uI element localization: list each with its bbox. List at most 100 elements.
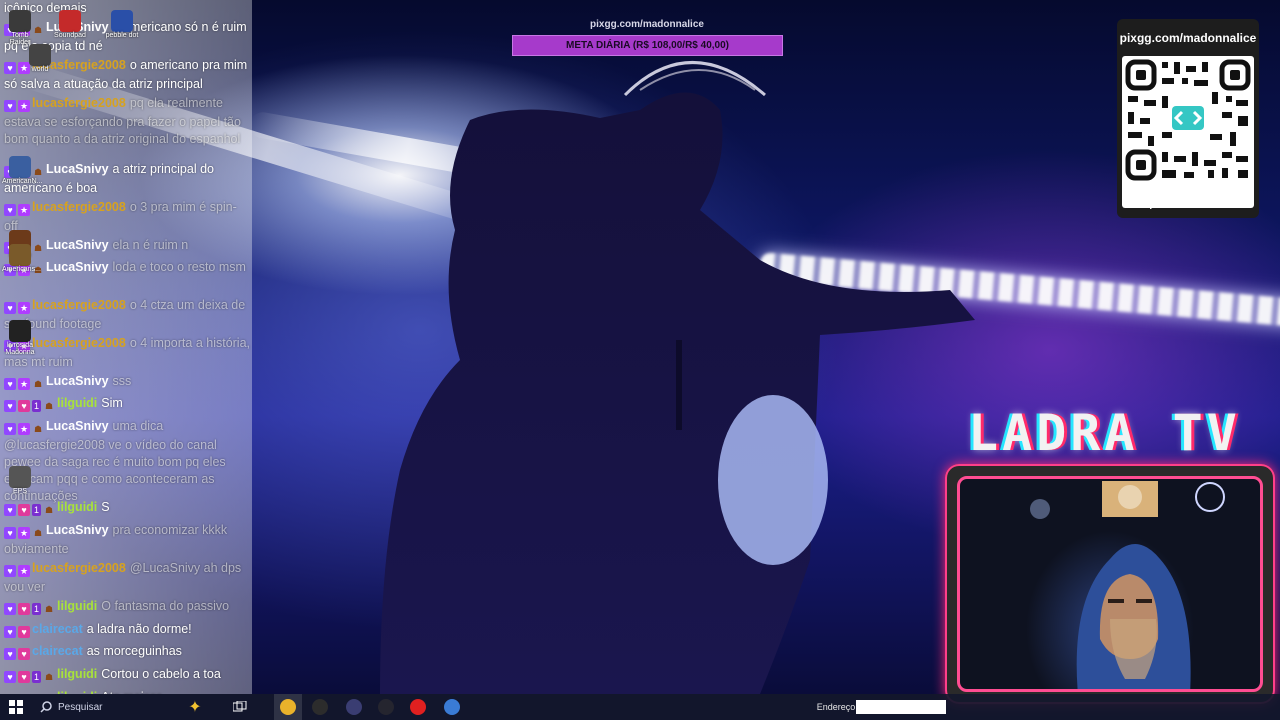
tier-badge-icon: 1 [32, 503, 41, 516]
sub-badge-icon: ♥ [4, 377, 16, 390]
chat-username[interactable]: LucaSnivy [46, 419, 109, 433]
start-button[interactable] [0, 694, 32, 720]
tool-icon [378, 699, 394, 715]
sub-badge-icon: ♥ [4, 61, 16, 74]
webcam-frame [945, 464, 1275, 704]
shortcut-icon [9, 320, 31, 342]
shortcut-icon [9, 10, 31, 32]
shortcut-icon [9, 156, 31, 178]
chat-username[interactable]: lucasfergie2008 [32, 336, 126, 350]
search-icon [40, 701, 52, 713]
star-badge-icon: ★ [18, 301, 30, 314]
chat-badges: ♥ ★ [4, 562, 32, 579]
qr-caption: Compre seu react na live! [1127, 199, 1249, 210]
chat-username[interactable]: clairecat [32, 622, 83, 636]
qr-code-icon [1125, 59, 1251, 181]
shortcut-icon [9, 244, 31, 266]
chat-username[interactable]: LucaSnivy [46, 162, 109, 176]
brand-logo: LADRA TV [968, 404, 1241, 462]
chat-text: ela n é ruim n [112, 238, 189, 252]
sub-badge-icon: ♥ [4, 203, 16, 216]
heart-badge-icon: ♥ [18, 602, 30, 615]
chat-username[interactable]: lilguidi [57, 396, 97, 410]
chat-username[interactable]: LucaSnivy [46, 523, 109, 537]
shortcut-label: Soundpad [54, 32, 86, 39]
chat-username[interactable]: lilguidi [57, 500, 97, 514]
donation-goal-bar: META DIÁRIA (R$ 108,00/R$ 40,00) [512, 35, 783, 56]
bug-badge-icon: ☗ [33, 378, 43, 389]
shortcut-label: AmericanN... [2, 178, 43, 185]
sub-badge-icon: ♥ [4, 503, 16, 516]
sub-badge-icon: ♥ [4, 526, 16, 539]
sparkle-icon: ✦ [188, 699, 202, 716]
shortcut-icon [9, 466, 31, 488]
chat-text: as morceguinhas [86, 644, 182, 658]
taskbar-app[interactable] [438, 694, 466, 720]
star-badge-icon: ★ [18, 526, 30, 539]
chat-username[interactable]: lucasfergie2008 [32, 561, 126, 575]
goal-label: META DIÁRIA (R$ 108,00/R$ 40,00) [565, 40, 730, 51]
desktop-shortcut[interactable]: Americans... [2, 244, 41, 273]
chat-text: sss [112, 374, 132, 388]
desktop-shortcut[interactable]: world [22, 44, 58, 73]
chat-username[interactable]: lucasfergie2008 [32, 298, 126, 312]
chat-username[interactable]: LucaSnivy [46, 238, 109, 252]
desktop-shortcut[interactable]: Soundpad [52, 10, 88, 39]
sub-badge-icon: ♥ [4, 625, 16, 638]
chrome-icon [280, 699, 296, 715]
sub-badge-icon: ♥ [4, 301, 16, 314]
webcam-feed [957, 476, 1263, 692]
chat-badges: ♥ ♥ [4, 623, 32, 640]
chat-badges: ♥ ★ [4, 201, 32, 218]
address-label: Endereço [816, 702, 856, 712]
chat-username[interactable]: lucasfergie2008 [32, 96, 126, 110]
chat-username[interactable]: lucasfergie2008 [32, 200, 126, 214]
chat-username[interactable]: lilguidi [57, 599, 97, 613]
chat-message: ♥ ♥ 1 ☗ lilguidi S [4, 499, 250, 518]
tier-badge-icon: 1 [32, 399, 41, 412]
chat-message: ♥ ★ ☗ LucaSnivy pra economizar kkkk obviamen… [4, 522, 250, 558]
chat-username[interactable]: lilguidi [57, 667, 97, 681]
shortcut-icon [59, 10, 81, 32]
chat-message: ♥ ★ lucasfergie2008 o 3 pra mim é spin-off [4, 199, 250, 235]
chat-message: ♥★☗LucaSnivyela n é ruim n [4, 237, 250, 256]
chat-username[interactable]: clairecat [32, 644, 83, 658]
chat-badges: ♥★☗ [4, 420, 46, 437]
taskbar-app[interactable] [404, 694, 432, 720]
task-view-button[interactable] [228, 694, 252, 720]
bug-badge-icon: ☗ [44, 400, 54, 411]
sub-badge-icon: ♥ [4, 564, 16, 577]
desktop-shortcut[interactable]: pebble dot [104, 10, 140, 39]
sub-badge-icon: ♥ [4, 647, 16, 660]
chat-message: ♥ ★ lucasfergie2008 o 4 ctza um deixa de se… [4, 297, 250, 333]
heart-badge-icon: ♥ [18, 647, 30, 660]
chat-message: ♥ ★ lucasfergie2008 @LucaSnivy ah dps vou v… [4, 560, 250, 596]
desktop-shortcut[interactable]: livros da Madonna [2, 320, 38, 356]
tier-badge-icon: 1 [32, 602, 41, 615]
taskbar: Pesquisar ✦ Endereço [0, 694, 1280, 720]
chat-username[interactable]: LucaSnivy [46, 260, 109, 274]
sub-badge-icon: ♥ [4, 99, 16, 112]
bug-badge-icon: ☗ [33, 423, 43, 434]
desktop-shortcut[interactable]: AmericanN... [2, 156, 43, 185]
chat-message: ♥ ★ lucasfergie2008 o 4 importa a história,… [4, 335, 250, 371]
taskbar-app[interactable] [340, 694, 368, 720]
chat-message: ♥ ♥ 1 ☗ lilguidi O fantasma do passivo [4, 598, 250, 617]
desktop-shortcut[interactable]: Tomb Raider [2, 10, 38, 46]
search-placeholder: Pesquisar [58, 701, 103, 713]
shortcut-label: Americans... [2, 266, 41, 273]
taskbar-app[interactable] [274, 694, 302, 720]
chat-text: O fantasma do passivo [101, 599, 230, 613]
address-input[interactable] [856, 694, 946, 720]
shortcut-label: world [31, 66, 49, 73]
desktop-shortcut[interactable]: EPS [2, 466, 38, 495]
chat-username[interactable]: LucaSnivy [46, 374, 109, 388]
shortcut-label: livros da Madonna [5, 342, 35, 356]
chat-message: ♥ ★ ☗ LucaSnivy sss [4, 373, 250, 392]
chat-badges: ♥♥1☗ [4, 501, 57, 518]
taskbar-app[interactable] [306, 694, 334, 720]
chat-badges: ♥♥1☗ [4, 668, 57, 685]
address-field[interactable] [856, 700, 946, 714]
chat-badges: ♥ ♥ [4, 645, 32, 662]
taskbar-app[interactable] [372, 694, 400, 720]
